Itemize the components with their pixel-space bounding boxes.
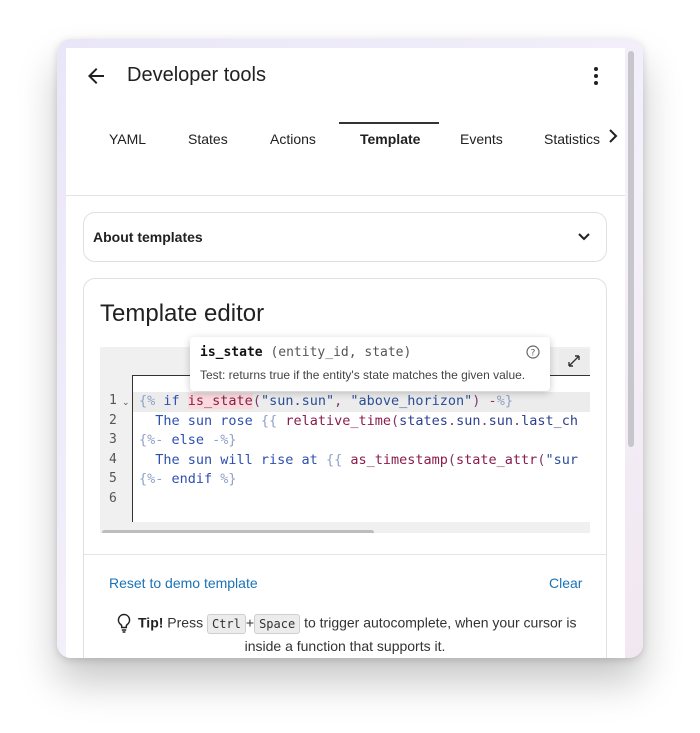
expand-icon [568, 355, 580, 367]
reset-demo-template-button[interactable]: Reset to demo template [109, 575, 258, 591]
code-line: {% if is_state("sun.sun", "above_horizon… [139, 393, 513, 409]
card-divider [84, 554, 606, 555]
more-vertical-icon [594, 67, 598, 85]
lightbulb-icon [117, 613, 131, 633]
function-description: Test: returns true if the entity's state… [200, 368, 526, 382]
code-line: {%- else -%} [139, 432, 237, 448]
line-number: 6 [109, 491, 117, 506]
tab-actions[interactable]: Actions [270, 131, 316, 147]
active-tab-indicator [339, 122, 439, 124]
tab-template[interactable]: Template [360, 131, 420, 147]
tab-bar: YAML States Actions Template Events Stat… [66, 118, 625, 166]
developer-tools-panel: Developer tools YAML States Actions Temp… [66, 48, 625, 658]
tabs-scroll-right-button[interactable] [606, 128, 620, 144]
ctrl-key: Ctrl [206, 614, 246, 634]
code-area[interactable]: {% if is_state("sun.sun", "above_horizon… [132, 375, 590, 522]
back-button[interactable] [84, 64, 108, 88]
arrow-left-icon [88, 68, 104, 84]
overflow-menu-button[interactable] [586, 64, 606, 88]
top-app-bar: Developer tools [66, 48, 625, 104]
chevron-right-icon [609, 129, 618, 143]
card-title: Template editor [100, 300, 265, 327]
line-number: 4 [109, 452, 117, 467]
chevron-down-icon [578, 233, 590, 241]
function-signature: is_state (entity_id, state) [200, 345, 412, 360]
tab-events[interactable]: Events [460, 131, 503, 147]
fullscreen-button[interactable] [559, 349, 589, 375]
line-number: 2 [109, 413, 117, 428]
about-templates-label: About templates [93, 229, 203, 245]
tabs-divider [66, 195, 625, 196]
vertical-scrollbar[interactable] [628, 51, 634, 447]
template-editor-card: Template editor 1 ⌄ 2 3 4 5 6 {% if is_s… [83, 278, 607, 658]
code-line: {%- endif %} [139, 471, 237, 487]
line-number: 5 [109, 471, 117, 486]
code-line: The sun will rise at {{ as_timestamp(sta… [139, 452, 578, 468]
tip-text-continued: inside a function that supports it. [244, 638, 446, 654]
horizontal-scrollbar[interactable] [102, 530, 374, 533]
help-icon[interactable]: ? [526, 345, 540, 359]
tab-yaml[interactable]: YAML [109, 131, 146, 147]
autocomplete-tooltip: is_state (entity_id, state) ? Test: retu… [190, 337, 550, 391]
tab-statistics[interactable]: Statistics [544, 131, 600, 147]
svg-text:?: ? [531, 349, 536, 359]
fold-chevron-icon[interactable]: ⌄ [122, 397, 130, 408]
line-number: 3 [109, 432, 117, 447]
tip-text: Tip! Press Ctrl + Space to trigger autocom… [138, 614, 576, 634]
page-title: Developer tools [127, 64, 266, 86]
space-key: Space [254, 614, 301, 634]
clear-button[interactable]: Clear [549, 575, 582, 591]
about-templates-expander[interactable]: About templates [83, 212, 607, 262]
code-line: The sun rose {{ relative_time(states.sun… [139, 413, 579, 429]
app-window: Developer tools YAML States Actions Temp… [57, 39, 643, 658]
line-number: 1 [109, 393, 117, 408]
tab-states[interactable]: States [188, 131, 228, 147]
